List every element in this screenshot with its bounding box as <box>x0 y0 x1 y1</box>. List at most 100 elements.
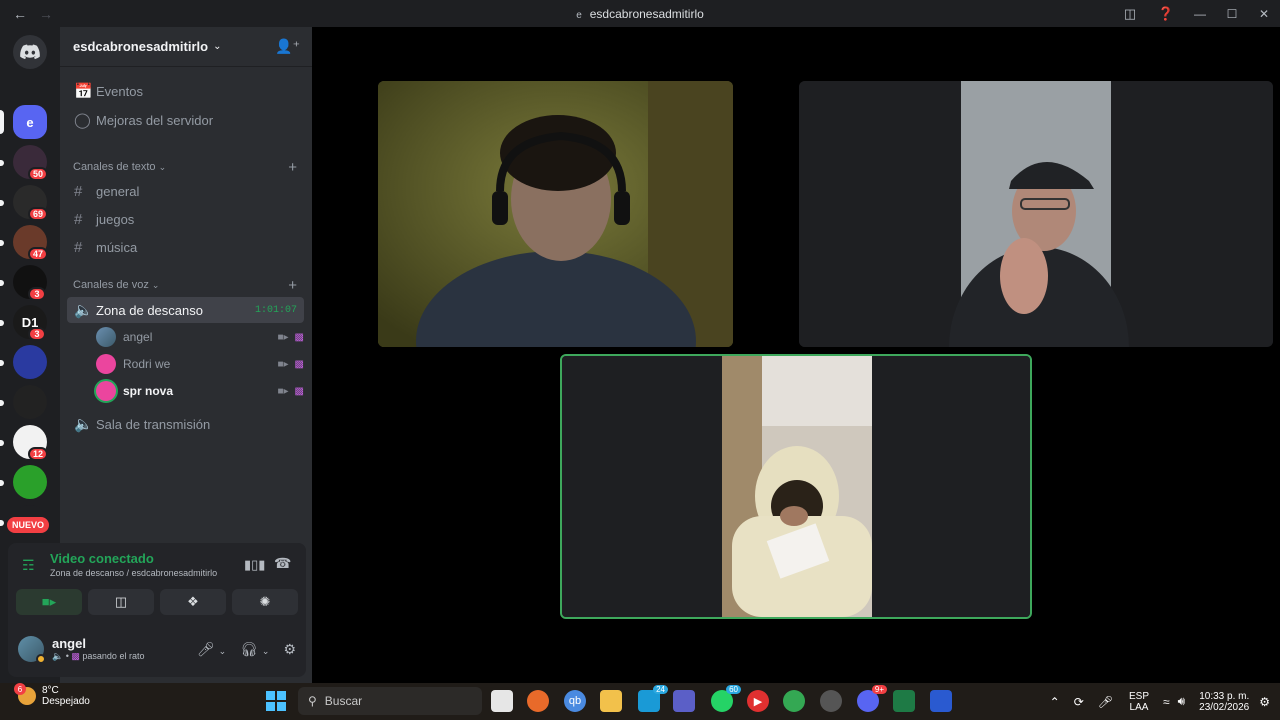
server-boosts-item[interactable]: ◯ Mejoras del servidor <box>67 107 304 133</box>
news-icon[interactable]: 24 <box>638 685 668 712</box>
mention-badge: 47 <box>28 247 49 261</box>
noise-suppression-icon[interactable]: ▮▯▮ <box>244 557 265 573</box>
new-badge: NUEVO <box>7 517 50 533</box>
calendar-icon: 📅 <box>74 83 93 100</box>
excel-icon[interactable] <box>893 690 915 712</box>
chevron-up-icon[interactable]: ⌃ <box>1050 695 1060 709</box>
settings-gear-icon[interactable]: ⚙ <box>283 641 296 658</box>
avatar <box>96 327 116 347</box>
invite-people-icon[interactable]: 👤⁺ <box>275 38 300 55</box>
voice-channels-category[interactable]: Canales de voz ⌄ + <box>73 277 297 294</box>
mention-badge: 69 <box>28 207 49 221</box>
windows-start-icon[interactable] <box>266 691 286 711</box>
voice-user-rodri-we[interactable]: Rodri we ■▸ ▩ <box>96 352 304 376</box>
hash-icon: # <box>74 182 83 200</box>
taskbar-search[interactable]: ⚲ Buscar <box>298 687 482 715</box>
file-explorer-icon[interactable] <box>600 690 622 712</box>
maximize-button[interactable]: ☐ <box>1216 7 1248 21</box>
discord-home-icon[interactable] <box>13 35 47 69</box>
server-icon[interactable]: e <box>13 105 47 139</box>
screen-share-button[interactable]: ◫ <box>88 589 154 615</box>
events-item[interactable]: 📅 Eventos <box>67 78 304 104</box>
speaker-icon: 🔈 <box>74 302 93 319</box>
idle-status-icon <box>36 654 46 664</box>
microphone-icon[interactable]: 🎤︎ ⌄ <box>197 641 226 658</box>
video-tile-rodri-we[interactable] <box>799 81 1273 347</box>
headphones-icon[interactable]: 🎧︎ ⌄ <box>240 641 269 658</box>
teams-icon[interactable] <box>673 690 695 712</box>
boost-icon: ◯ <box>74 112 91 129</box>
windows-taskbar: 6 8°C Despejado ⚲ Buscar qb 24 60 ▶ 9+ ⌃… <box>0 683 1280 720</box>
voice-location[interactable]: Zona de descanso / esdcabronesadmitirlo <box>50 568 217 578</box>
chevron-down-icon: ⌄ <box>213 41 222 52</box>
unread-indicator <box>0 360 4 366</box>
system-tray: ⌃ ⟳ 🎤︎ ESP LAA ≈ 🔊︎ 10:33 p. m. 23/02/20… <box>1050 683 1280 720</box>
mention-badge: 12 <box>28 447 49 461</box>
wifi-icon[interactable]: ≈ <box>1163 695 1170 709</box>
voice-user-spr-nova[interactable]: spr nova ■▸ ▩ <box>96 379 304 403</box>
webcam-feed-rodri-we <box>799 81 1273 347</box>
weather-widget[interactable]: 6 8°C Despejado <box>14 683 90 707</box>
fl-studio-icon[interactable] <box>527 690 549 712</box>
server-icon[interactable] <box>13 465 47 499</box>
input-language[interactable]: ESP LAA <box>1129 691 1149 713</box>
video-tile-spr-nova[interactable] <box>560 354 1032 619</box>
minimize-button[interactable]: — <box>1184 7 1216 21</box>
microphone-tray-icon[interactable]: 🎤︎ <box>1098 695 1113 709</box>
weather-badge: 6 <box>14 683 26 695</box>
speaking-icon: 🔈 <box>52 651 64 661</box>
add-channel-icon[interactable]: + <box>288 277 297 294</box>
voice-user-angel[interactable]: angel ■▸ ▩ <box>96 325 304 349</box>
voice-status[interactable]: Video conectado <box>50 551 154 566</box>
task-view-icon[interactable] <box>491 690 513 712</box>
clock[interactable]: 10:33 p. m. 23/02/2026 <box>1199 691 1249 713</box>
whatsapp-icon[interactable]: 60 <box>711 685 741 712</box>
forward-arrow-icon: → <box>39 5 53 22</box>
username[interactable]: angel <box>52 636 144 651</box>
chrome-icon[interactable] <box>783 690 805 712</box>
avatar <box>96 354 116 374</box>
unread-indicator <box>0 480 4 486</box>
youtube-music-icon[interactable]: ▶ <box>747 690 769 712</box>
video-tile-angel[interactable] <box>378 81 733 347</box>
server-header[interactable]: esdcabronesadmitirlo ⌄ 👤⁺ <box>60 27 312 67</box>
soundboard-button[interactable]: ✺ <box>232 589 298 615</box>
temperature: 8°C <box>42 685 59 696</box>
video-camera-icon: ■▸ <box>277 358 289 370</box>
notifications-icon[interactable]: ⚙ <box>1259 695 1270 709</box>
disconnect-icon[interactable]: ☎ <box>274 555 291 572</box>
channel-musica[interactable]: # música <box>67 234 304 260</box>
app-badge: 60 <box>726 685 741 694</box>
qbittorrent-icon[interactable]: qb <box>564 690 586 712</box>
app-badge: 9+ <box>871 685 887 694</box>
help-icon[interactable]: ❓ <box>1148 6 1184 22</box>
mention-badge: 3 <box>28 327 46 341</box>
obs-icon[interactable] <box>820 690 842 712</box>
avatar <box>96 381 116 401</box>
hash-icon: # <box>74 238 83 256</box>
video-camera-icon: ■▸ <box>277 331 289 343</box>
activities-button[interactable]: ❖ <box>160 589 226 615</box>
server-icon[interactable] <box>13 385 47 419</box>
activity-icon: ▩ <box>294 385 304 397</box>
user-avatar[interactable] <box>18 636 46 664</box>
back-arrow-icon[interactable]: ← <box>12 6 28 22</box>
sync-icon[interactable]: ⟳ <box>1074 695 1084 709</box>
weather-condition: Despejado <box>42 696 90 707</box>
volume-icon[interactable]: 🔊︎ <box>1178 694 1186 709</box>
video-camera-icon: ■▸ <box>277 385 289 397</box>
voice-channel-zona-de-descanso[interactable]: 🔈 Zona de descanso 1:01:07 <box>67 297 304 323</box>
close-window-button[interactable]: ✕ <box>1248 7 1280 21</box>
active-app-icon[interactable] <box>930 690 952 712</box>
inbox-icon[interactable]: ◫ <box>1112 6 1148 22</box>
mention-badge: 3 <box>28 287 46 301</box>
voice-channel-sala-de-transmision[interactable]: 🔈 Sala de transmisión <box>67 411 304 437</box>
text-channels-category[interactable]: Canales de texto ⌄ + <box>73 159 297 176</box>
search-icon: ⚲ <box>308 694 317 708</box>
channel-general[interactable]: # general <box>67 178 304 204</box>
add-channel-icon[interactable]: + <box>288 159 297 176</box>
channel-juegos[interactable]: # juegos <box>67 206 304 232</box>
server-icon[interactable] <box>13 345 47 379</box>
video-toggle-button[interactable]: ■▸ <box>16 589 82 615</box>
discord-taskbar-icon[interactable]: 9+ <box>857 685 887 712</box>
